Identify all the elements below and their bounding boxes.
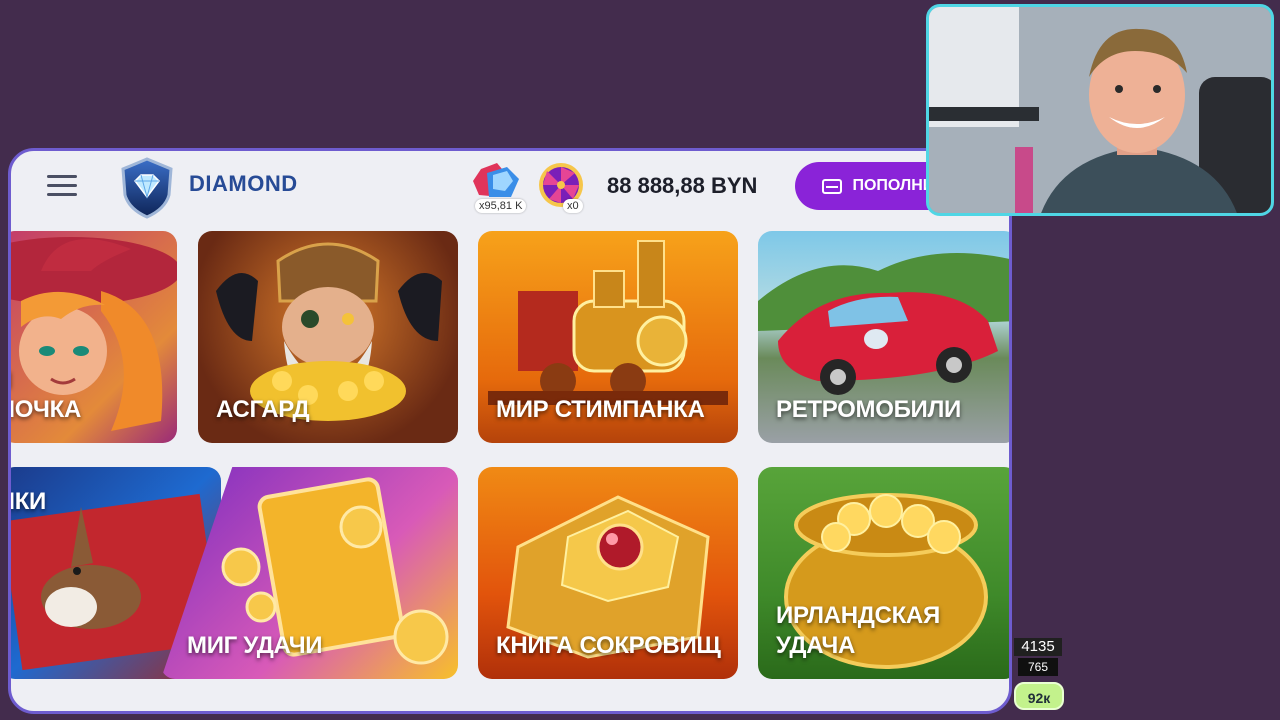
stat-count-top: 4135 — [1014, 638, 1062, 656]
game-title: МИГ УДАЧИ — [187, 632, 323, 659]
game-title: ИРЛАНДСКАЯ УДАЧА — [776, 602, 940, 659]
stat-count-mid: 765 — [1018, 658, 1058, 676]
diamond-shield-logo-icon — [121, 157, 173, 219]
fortune-wheel[interactable]: x0 — [535, 159, 591, 215]
casino-app-window: DIAMOND x95,81 K x0 88 888,88 BYN ПОПОЛН… — [8, 148, 1012, 714]
game-title: МКИ — [11, 488, 46, 515]
balance-amount: 88 888,88 BYN — [607, 173, 758, 198]
top-bar: DIAMOND x95,81 K x0 88 888,88 BYN ПОПОЛН… — [11, 151, 1009, 227]
gem-multiplier: x95,81 K — [475, 199, 527, 213]
brand-name: DIAMOND — [189, 171, 298, 196]
game-title: МИР СТИМПАНКА — [496, 396, 705, 423]
game-tile[interactable]: КНИГА СОКРОВИЩ — [478, 467, 738, 679]
game-title: РЕТРОМОБИЛИ — [776, 396, 961, 423]
gem-bonus[interactable]: x95,81 K — [467, 161, 533, 213]
game-title: Я МОЧКА — [11, 366, 82, 423]
card-icon — [822, 178, 843, 194]
game-tile[interactable]: ИРЛАНДСКАЯ УДАЧА — [758, 467, 1009, 679]
webcam-feed — [926, 4, 1274, 216]
game-tile[interactable]: Я МОЧКА — [11, 231, 177, 443]
game-title: АСГАРД — [216, 396, 310, 423]
game-tile[interactable]: РЕТРОМОБИЛИ — [758, 231, 1009, 443]
game-title: КНИГА СОКРОВИЩ — [496, 632, 721, 659]
streamer-video-image — [929, 7, 1271, 213]
game-tile[interactable]: АСГАРД — [198, 231, 458, 443]
viewer-count-badge: 92к — [1014, 682, 1064, 710]
wheel-multiplier: x0 — [563, 199, 583, 213]
menu-icon[interactable] — [47, 175, 77, 197]
game-tile[interactable]: МИР СТИМПАНКА — [478, 231, 738, 443]
